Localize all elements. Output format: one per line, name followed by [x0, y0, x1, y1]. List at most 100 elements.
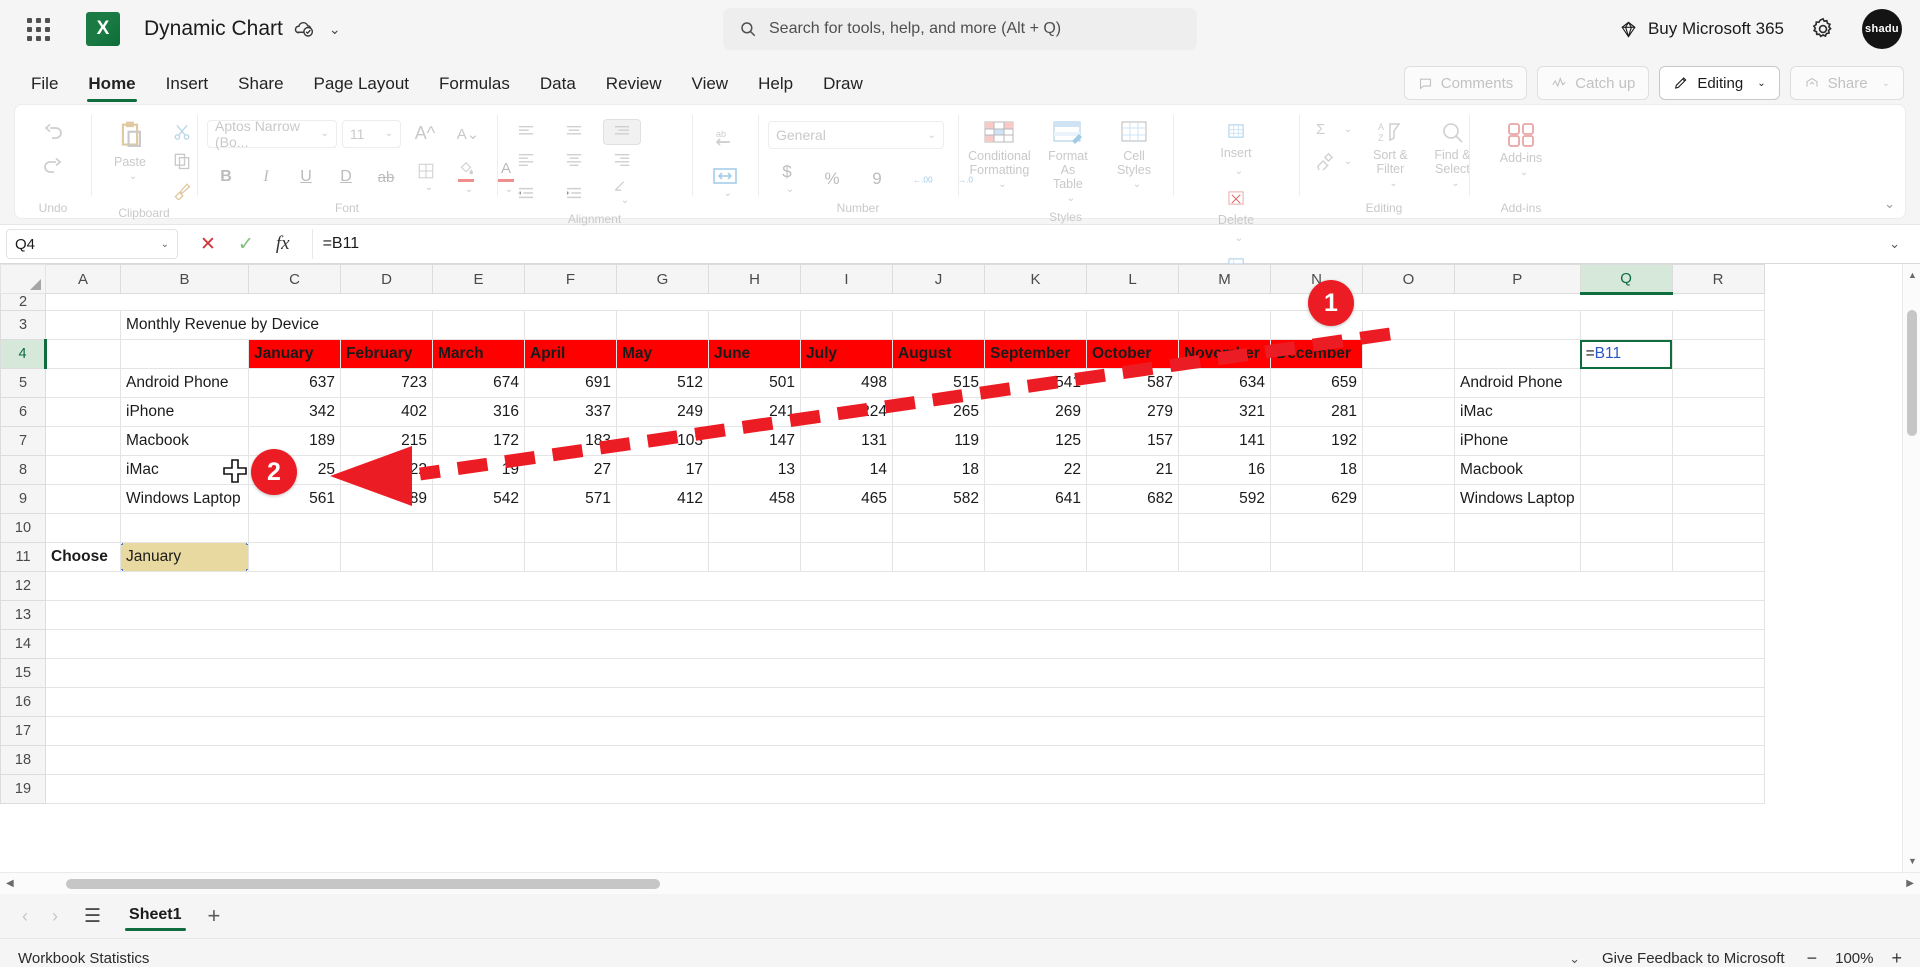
row-header-9[interactable]: 9: [0, 484, 46, 514]
zoom-out-button[interactable]: −: [1807, 948, 1818, 967]
merge-cells-button[interactable]: ⌄: [706, 162, 744, 203]
underline-button[interactable]: U: [287, 164, 325, 190]
cell-n11[interactable]: [1270, 542, 1363, 572]
cut-button[interactable]: [163, 118, 201, 146]
cell-e6[interactable]: 316: [432, 397, 525, 427]
cell-n5[interactable]: 659: [1270, 368, 1363, 398]
column-header-e[interactable]: E: [432, 264, 525, 294]
cell-f9[interactable]: 571: [524, 484, 617, 514]
cell-p8[interactable]: Macbook: [1454, 455, 1581, 485]
cell-c4[interactable]: January: [248, 339, 341, 369]
cell-n6[interactable]: 281: [1270, 397, 1363, 427]
cell-p5[interactable]: Android Phone: [1454, 368, 1581, 398]
strikethrough-button[interactable]: ab: [367, 165, 405, 190]
column-header-o[interactable]: O: [1362, 264, 1455, 294]
column-header-c[interactable]: C: [248, 264, 341, 294]
cell-o11[interactable]: [1362, 542, 1455, 572]
column-header-g[interactable]: G: [616, 264, 709, 294]
cell-n8[interactable]: 18: [1270, 455, 1363, 485]
cell-c10[interactable]: [248, 513, 341, 543]
scroll-left-icon[interactable]: ◀: [0, 878, 20, 889]
copy-button[interactable]: [163, 147, 201, 175]
cell-m10[interactable]: [1178, 513, 1271, 543]
font-name-combobox[interactable]: Aptos Narrow (Bo... ⌄: [207, 118, 337, 150]
cell-h9[interactable]: 458: [708, 484, 801, 514]
cell-o3[interactable]: [1362, 310, 1455, 340]
cell-e4[interactable]: March: [432, 339, 525, 369]
decrease-font-size-button[interactable]: A⌄: [449, 121, 487, 147]
cell-p11[interactable]: [1454, 542, 1581, 572]
cell-o6[interactable]: [1362, 397, 1455, 427]
cell-i10[interactable]: [800, 513, 893, 543]
cell-o5[interactable]: [1362, 368, 1455, 398]
cell-h3[interactable]: [708, 310, 801, 340]
cell-q8[interactable]: [1579, 455, 1673, 485]
workbook-statistics-label[interactable]: Workbook Statistics: [18, 950, 149, 967]
cell-k4[interactable]: September: [984, 339, 1087, 369]
row-12-cells[interactable]: [45, 571, 1765, 601]
name-box-chevron-down-icon[interactable]: ⌄: [161, 239, 169, 250]
cell-n9[interactable]: 629: [1270, 484, 1363, 514]
cell-b7[interactable]: Macbook: [120, 426, 249, 456]
select-all-corner[interactable]: [0, 264, 46, 294]
cell-l9[interactable]: 682: [1086, 484, 1179, 514]
cell-o4[interactable]: [1362, 339, 1455, 369]
clear-button[interactable]: ⌄: [1309, 148, 1357, 174]
currency-button[interactable]: $ ⌄: [768, 158, 806, 199]
row-header-11[interactable]: 11: [0, 542, 46, 572]
cell-j11[interactable]: [892, 542, 985, 572]
cell-i11[interactable]: [800, 542, 893, 572]
name-box[interactable]: Q4 ⌄: [6, 229, 178, 259]
cell-p3[interactable]: [1454, 310, 1581, 340]
row-header-16[interactable]: 16: [0, 687, 46, 717]
zoom-level-label[interactable]: 100%: [1835, 950, 1873, 967]
cell-g11[interactable]: [616, 542, 709, 572]
cell-f5[interactable]: 691: [524, 368, 617, 398]
cell-d6[interactable]: 402: [340, 397, 433, 427]
row-header-6[interactable]: 6: [0, 397, 46, 427]
cell-d9[interactable]: 489: [340, 484, 433, 514]
row-header-17[interactable]: 17: [0, 716, 46, 746]
tab-view[interactable]: View: [677, 68, 744, 104]
cell-e5[interactable]: 674: [432, 368, 525, 398]
tab-draw[interactable]: Draw: [808, 68, 878, 104]
add-sheet-icon[interactable]: +: [198, 903, 231, 929]
increase-indent-button[interactable]: [555, 182, 593, 204]
cell-g3[interactable]: [616, 310, 709, 340]
gear-icon[interactable]: [1810, 16, 1836, 42]
cell-q3[interactable]: [1579, 310, 1673, 340]
cell-b4[interactable]: [120, 339, 249, 369]
cell-f3[interactable]: [524, 310, 617, 340]
cell-i7[interactable]: 131: [800, 426, 893, 456]
column-header-k[interactable]: K: [984, 264, 1087, 294]
cell-k10[interactable]: [984, 513, 1087, 543]
cell-q5[interactable]: [1579, 368, 1673, 398]
align-bottom-button[interactable]: [603, 119, 641, 145]
increase-font-size-button[interactable]: A^: [406, 119, 444, 148]
row-2-cells[interactable]: [45, 293, 1765, 311]
cell-i5[interactable]: 498: [800, 368, 893, 398]
sheet-tab-sheet1[interactable]: Sheet1: [117, 900, 193, 932]
add-ins-button[interactable]: Add-ins ⌄: [1492, 117, 1550, 182]
cell-a3[interactable]: [45, 310, 121, 340]
cell-q6[interactable]: [1579, 397, 1673, 427]
redo-button[interactable]: [34, 151, 72, 183]
column-header-a[interactable]: A: [45, 264, 121, 294]
column-header-p[interactable]: P: [1454, 264, 1581, 294]
row-16-cells[interactable]: [45, 687, 1765, 717]
cell-r6[interactable]: [1671, 397, 1765, 427]
column-header-j[interactable]: J: [892, 264, 985, 294]
vertical-scrollbar[interactable]: ▲ ▼: [1902, 264, 1920, 872]
scroll-down-icon[interactable]: ▼: [1908, 856, 1917, 866]
row-header-12[interactable]: 12: [0, 571, 46, 601]
double-underline-button[interactable]: D: [327, 164, 365, 190]
cell-r7[interactable]: [1671, 426, 1765, 456]
cell-n4[interactable]: December: [1270, 339, 1363, 369]
row-13-cells[interactable]: [45, 600, 1765, 630]
cell-d5[interactable]: 723: [340, 368, 433, 398]
align-top-button[interactable]: [507, 120, 545, 144]
column-header-i[interactable]: I: [800, 264, 893, 294]
cell-m7[interactable]: 141: [1178, 426, 1271, 456]
avatar[interactable]: shadu: [1862, 9, 1902, 49]
row-18-cells[interactable]: [45, 745, 1765, 775]
